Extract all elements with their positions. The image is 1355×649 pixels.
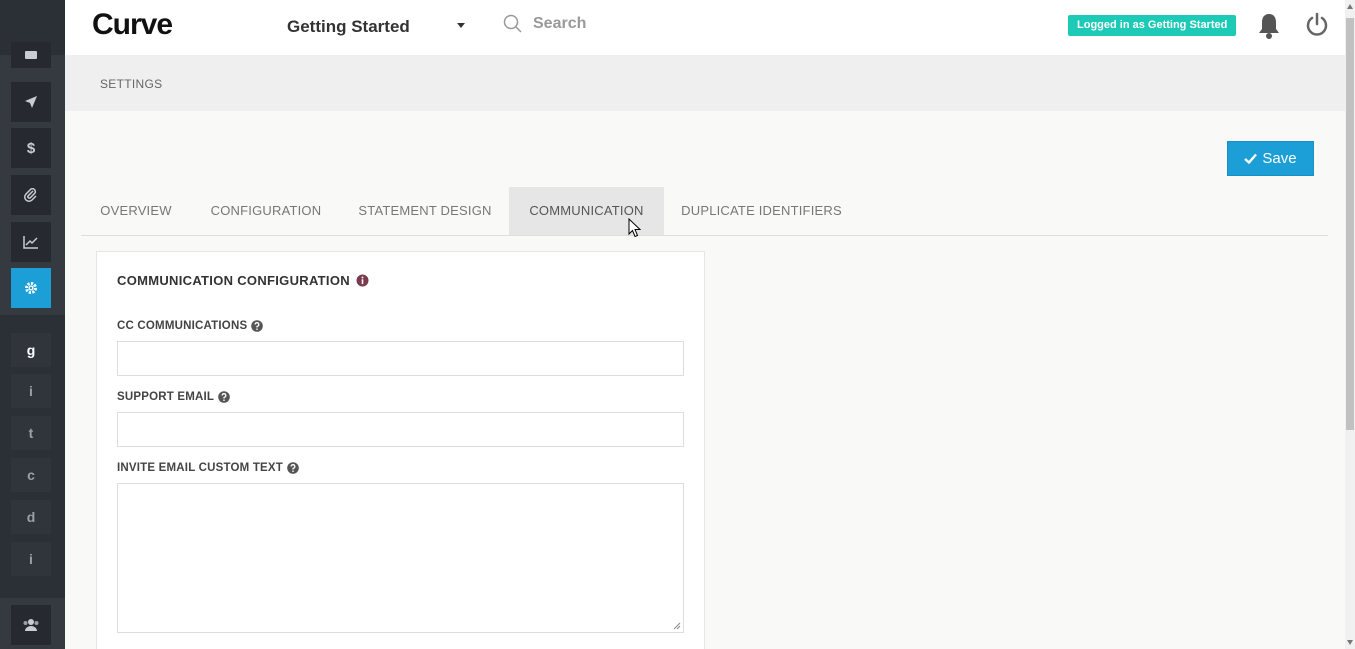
sidebar-item-document[interactable] [11, 42, 51, 68]
sidebar: $ g i t c d i [0, 0, 65, 649]
save-label: Save [1262, 150, 1297, 167]
tab-configuration[interactable]: CONFIGURATION [191, 187, 341, 235]
sidebar-item-t[interactable]: t [11, 416, 51, 450]
page-scrollbar[interactable] [1345, 0, 1355, 649]
org-selector[interactable]: Getting Started [287, 17, 410, 37]
sidebar-letter-label: i [29, 551, 33, 567]
support-email-label-text: SUPPORT EMAIL [117, 391, 215, 403]
caret-down-icon[interactable] [457, 23, 465, 28]
scrollbar-thumb[interactable] [1346, 18, 1354, 430]
breadcrumb-bar: SETTINGS [65, 55, 1345, 111]
sidebar-item-d[interactable]: d [11, 500, 51, 534]
sidebar-item-i-2[interactable]: i [11, 542, 51, 576]
top-header: Curve Getting Started Logged in as Getti… [65, 0, 1345, 55]
breadcrumb: SETTINGS [100, 77, 163, 91]
bell-icon[interactable] [1256, 12, 1282, 40]
sidebar-item-i[interactable]: i [11, 374, 51, 408]
support-email-label: SUPPORT EMAIL [117, 391, 230, 403]
panel-title: COMMUNICATION CONFIGURATION [117, 273, 350, 288]
resize-handle-icon[interactable] [673, 622, 681, 630]
settings-tabs: OVERVIEW CONFIGURATION STATEMENT DESIGN … [81, 187, 1328, 236]
check-icon [1244, 153, 1258, 164]
invite-email-label-text: INVITE EMAIL CUSTOM TEXT [117, 462, 284, 474]
location-arrow-icon [25, 96, 37, 108]
search-input[interactable] [533, 10, 833, 38]
save-button[interactable]: Save [1227, 141, 1314, 176]
gear-icon [25, 282, 37, 294]
sidebar-letter-label: c [27, 467, 35, 483]
search-icon [503, 14, 522, 33]
sidebar-item-settings[interactable] [11, 268, 51, 308]
mouse-cursor-icon [628, 218, 642, 238]
sidebar-letter-label: d [26, 509, 36, 525]
sidebar-item-g[interactable]: g [11, 333, 51, 367]
power-icon[interactable] [1304, 12, 1330, 38]
scroll-up-arrow-icon[interactable] [1347, 4, 1353, 9]
tab-overview[interactable]: OVERVIEW [81, 187, 191, 235]
cc-communications-label: CC COMMUNICATIONS [117, 320, 264, 332]
dollar-icon: $ [26, 139, 36, 157]
invite-email-label: INVITE EMAIL CUSTOM TEXT [117, 462, 299, 474]
sidebar-letter-label: t [28, 425, 34, 441]
invite-email-custom-text-field[interactable] [117, 483, 684, 633]
cc-communications-field[interactable] [117, 341, 684, 376]
tab-duplicate-identifiers[interactable]: DUPLICATE IDENTIFIERS [664, 187, 859, 235]
support-email-field[interactable] [117, 412, 684, 447]
help-icon[interactable] [218, 391, 230, 403]
sidebar-letter-label: i [29, 383, 33, 399]
paperclip-icon [24, 188, 37, 202]
logged-in-badge: Logged in as Getting Started [1068, 15, 1237, 36]
users-icon [23, 619, 39, 631]
sidebar-item-attachments[interactable] [11, 175, 51, 215]
document-icon [25, 51, 37, 59]
communication-panel: COMMUNICATION CONFIGURATION CC COMMUNICA… [96, 251, 705, 649]
sidebar-item-c[interactable]: c [11, 458, 51, 492]
sidebar-item-users[interactable] [11, 605, 51, 645]
sidebar-letter-label: g [26, 342, 36, 358]
sidebar-item-analytics[interactable] [11, 222, 51, 262]
info-icon[interactable] [356, 274, 369, 287]
help-icon[interactable] [251, 320, 264, 332]
help-icon[interactable] [287, 462, 299, 474]
sidebar-item-billing[interactable]: $ [11, 128, 51, 168]
line-chart-icon [23, 236, 38, 249]
app-logo[interactable]: Curve [92, 8, 173, 42]
scroll-down-arrow-icon[interactable] [1347, 640, 1353, 645]
tab-statement-design[interactable]: STATEMENT DESIGN [341, 187, 509, 235]
sidebar-item-navigation[interactable] [11, 82, 51, 122]
cc-communications-label-text: CC COMMUNICATIONS [117, 320, 248, 332]
